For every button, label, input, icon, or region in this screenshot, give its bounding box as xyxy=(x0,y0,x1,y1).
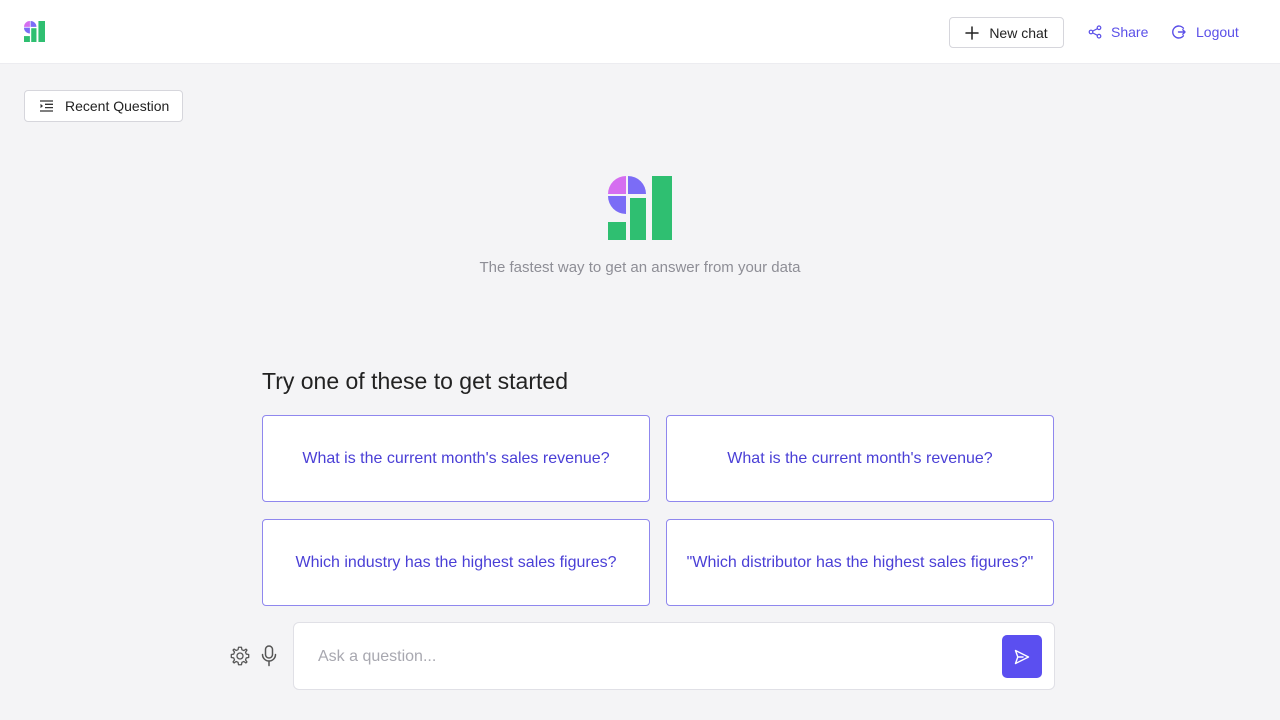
recent-question-button[interactable]: Recent Question xyxy=(24,90,183,122)
app-logo-icon[interactable] xyxy=(24,21,45,42)
gear-icon[interactable] xyxy=(229,645,251,667)
suggestion-card[interactable]: What is the current month's revenue? xyxy=(666,415,1054,502)
microphone-icon[interactable] xyxy=(261,645,277,667)
new-chat-label: New chat xyxy=(989,24,1048,41)
suggestions-title: Try one of these to get started xyxy=(262,368,568,394)
hero-logo-icon xyxy=(608,176,672,240)
share-icon xyxy=(1088,25,1102,39)
list-indent-icon xyxy=(40,100,53,112)
logout-link[interactable]: Logout xyxy=(1171,22,1239,42)
top-header: New chat Share Logout xyxy=(0,0,1280,64)
share-link[interactable]: Share xyxy=(1088,22,1148,42)
plus-icon xyxy=(965,25,980,40)
share-label: Share xyxy=(1111,24,1149,40)
suggestion-text: What is the current month's revenue? xyxy=(727,449,993,467)
suggestion-card[interactable]: "Which distributor has the highest sales… xyxy=(666,519,1054,606)
question-composer xyxy=(293,622,1055,690)
suggestion-text: What is the current month's sales revenu… xyxy=(302,449,610,467)
send-button[interactable] xyxy=(1002,635,1042,678)
send-icon xyxy=(1014,649,1030,664)
logout-icon xyxy=(1172,25,1186,39)
recent-question-label: Recent Question xyxy=(65,98,170,114)
hero-tagline: The fastest way to get an answer from yo… xyxy=(479,259,801,276)
logout-label: Logout xyxy=(1196,24,1239,40)
question-input[interactable] xyxy=(318,643,978,671)
suggestion-card[interactable]: Which industry has the highest sales fig… xyxy=(262,519,650,606)
suggestion-text: "Which distributor has the highest sales… xyxy=(686,553,1034,571)
suggestion-card[interactable]: What is the current month's sales revenu… xyxy=(262,415,650,502)
suggestion-text: Which industry has the highest sales fig… xyxy=(295,553,617,571)
new-chat-button[interactable]: New chat xyxy=(949,17,1064,48)
